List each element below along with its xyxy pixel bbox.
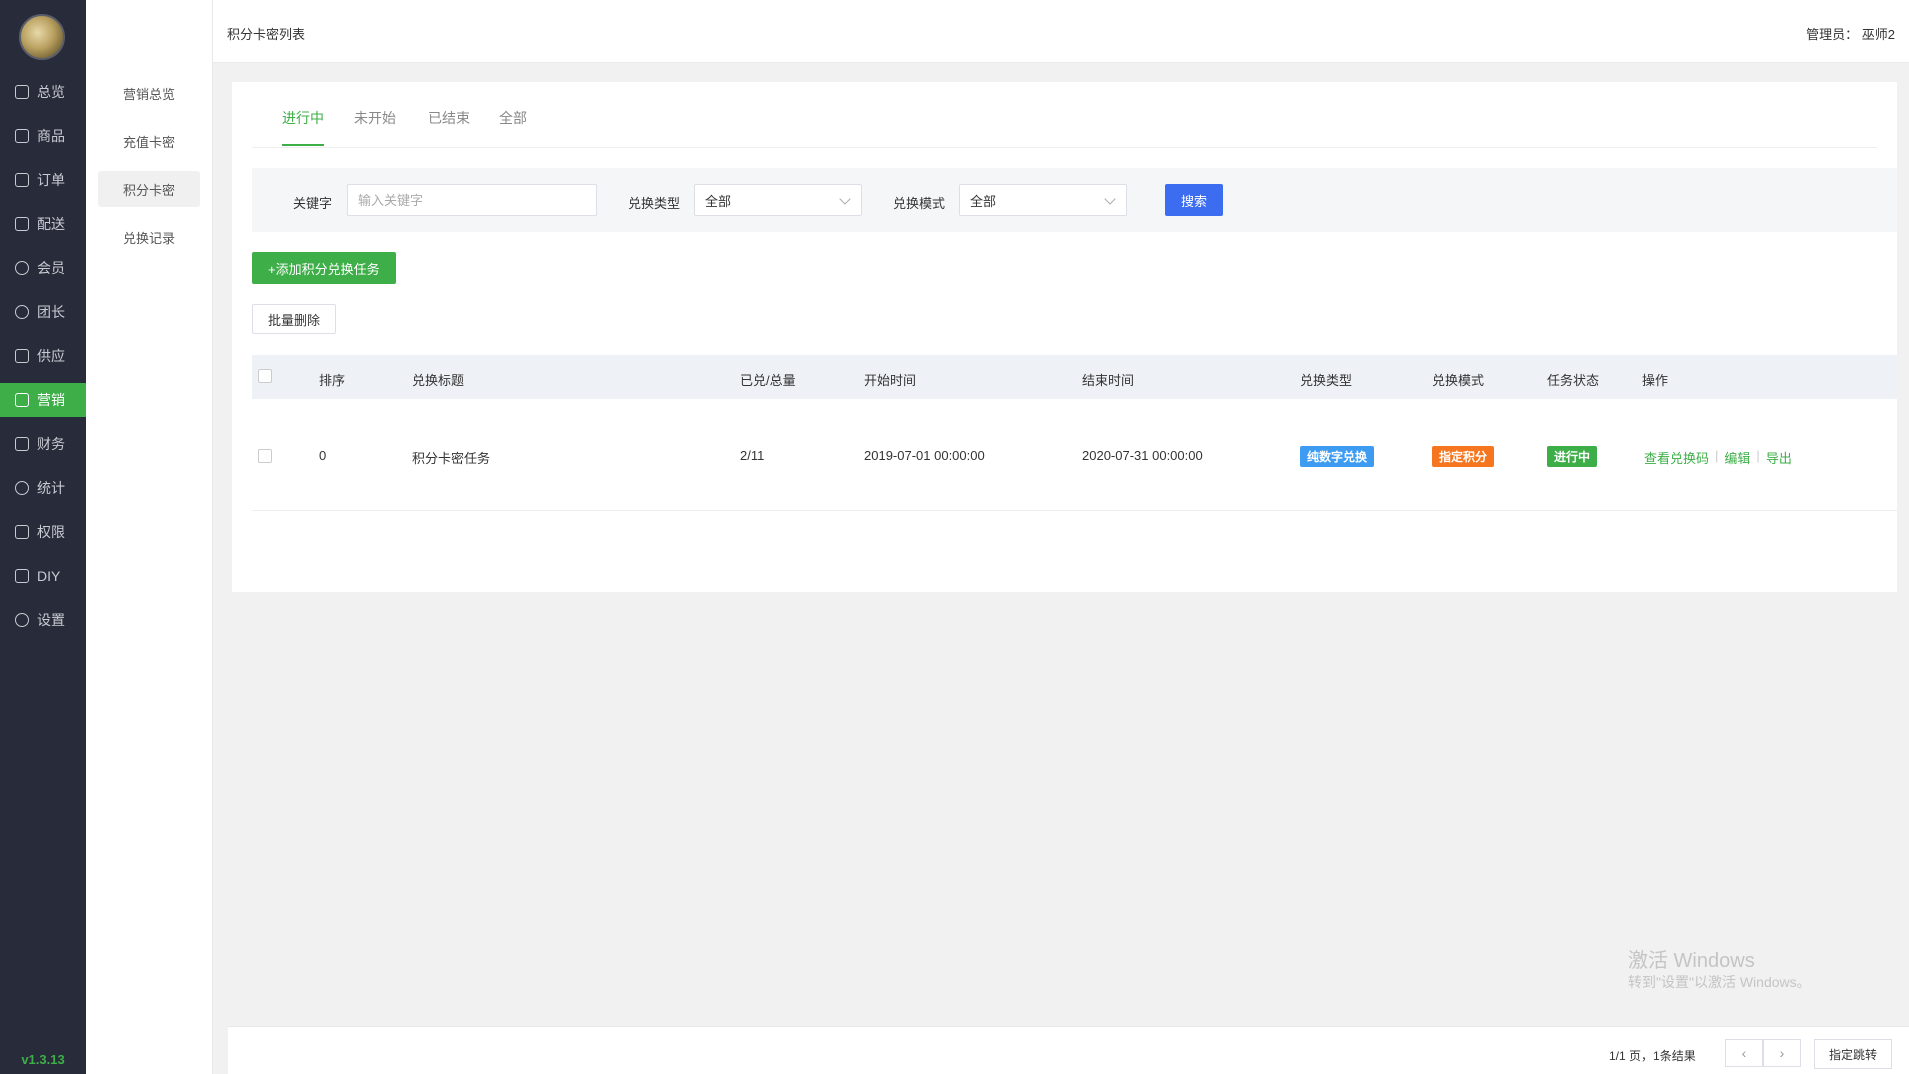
chevron-right-icon: ›: [1779, 1045, 1785, 1061]
row-checkbox[interactable]: [258, 449, 272, 463]
order-icon: [15, 173, 29, 187]
batch-delete-button[interactable]: 批量删除: [252, 304, 337, 334]
sidebar-item-delivery[interactable]: 配送: [0, 207, 86, 241]
gift-icon: [15, 393, 29, 407]
col-actions: 操作: [1642, 373, 1669, 388]
add-task-button[interactable]: +添加积分兑换任务: [252, 252, 396, 284]
product-icon: [15, 129, 29, 143]
avatar[interactable]: [19, 14, 65, 60]
layout-icon: [15, 569, 29, 583]
chevron-left-icon: ‹: [1741, 1045, 1747, 1061]
page-title: 积分卡密列表: [227, 27, 306, 42]
status-tabs: 进行中 未开始 已结束 全部: [252, 82, 1877, 148]
chevron-down-icon: [1104, 193, 1116, 205]
cell-start-time: 2019-07-01 00:00:00: [864, 448, 985, 463]
sidebar-item-permissions[interactable]: 权限: [0, 515, 86, 549]
tab-all[interactable]: 全部: [499, 108, 527, 144]
sidebar-item-overview[interactable]: 总览: [0, 75, 86, 109]
mode-label: 兑换模式: [893, 196, 946, 211]
row-actions: 查看兑换码 | 编辑 | 导出: [1644, 448, 1792, 467]
activation-watermark-subtitle: 转到"设置"以激活 Windows。: [1628, 974, 1811, 990]
divider: |: [1756, 448, 1760, 463]
select-all-checkbox[interactable]: [258, 369, 272, 383]
type-badge: 纯数字兑换: [1300, 446, 1375, 467]
sidebar-item-orders[interactable]: 订单: [0, 163, 86, 197]
chevron-down-icon: [839, 193, 851, 205]
view-codes-link[interactable]: 查看兑换码: [1644, 448, 1709, 467]
leader-icon: [15, 305, 29, 319]
delivery-icon: [15, 217, 29, 231]
col-type: 兑换类型: [1300, 373, 1353, 388]
col-title: 兑换标题: [412, 373, 465, 388]
sidebar-item-members[interactable]: 会员: [0, 251, 86, 285]
type-select[interactable]: 全部: [694, 184, 862, 216]
activation-watermark-title: 激活 Windows: [1628, 950, 1755, 972]
finance-icon: [15, 437, 29, 451]
shield-icon: [15, 525, 29, 539]
sidebar-item-statistics[interactable]: 统计: [0, 471, 86, 505]
main-card: 进行中 未开始 已结束 全部 关键字 兑换类型 全部 兑换模式 全部 搜索 +添…: [232, 82, 1897, 592]
tab-in-progress[interactable]: 进行中: [282, 108, 324, 146]
table-row: 0 积分卡密任务 2/11 2019-07-01 00:00:00 2020-0…: [252, 399, 1897, 511]
sidebar-item-settings[interactable]: 设置: [0, 603, 86, 637]
mode-select[interactable]: 全部: [959, 184, 1127, 216]
subnav-item-marketing-overview[interactable]: 营销总览: [98, 75, 200, 111]
user-icon: [15, 261, 29, 275]
table-header: 排序 兑换标题 已兑/总量 开始时间 结束时间 兑换类型 兑换模式 任务状态 操…: [252, 355, 1897, 399]
jump-page-button[interactable]: 指定跳转: [1814, 1039, 1892, 1069]
admin-user[interactable]: 管理员： 巫师2: [1806, 24, 1895, 43]
subnav-item-points-cards[interactable]: 积分卡密: [98, 171, 200, 207]
next-page-button[interactable]: ›: [1763, 1039, 1801, 1067]
export-link[interactable]: 导出: [1766, 448, 1792, 467]
page-summary: 1/1 页，1条结果: [1609, 1049, 1696, 1063]
col-end-time: 结束时间: [1082, 373, 1135, 388]
home-icon: [15, 85, 29, 99]
sidebar-item-supply[interactable]: 供应: [0, 339, 86, 373]
cell-end-time: 2020-07-31 00:00:00: [1082, 448, 1203, 463]
main-sidebar: 总览 商品 订单 配送 会员 团长 供应 营销 财务 统计 权限 DIY 设置 …: [0, 0, 86, 1074]
sidebar-item-finance[interactable]: 财务: [0, 427, 86, 461]
pagination-bar: 1/1 页，1条结果 ‹ › 指定跳转: [228, 1026, 1909, 1074]
status-badge: 进行中: [1547, 446, 1598, 467]
version-label: v1.3.13: [21, 1052, 65, 1067]
sub-sidebar: 营销总览 充值卡密 积分卡密 兑换记录: [86, 0, 213, 1074]
keyword-input[interactable]: [347, 184, 597, 216]
col-mode: 兑换模式: [1432, 373, 1485, 388]
sidebar-item-diy[interactable]: DIY: [0, 559, 86, 593]
keyword-label: 关键字: [293, 196, 333, 211]
tab-not-started[interactable]: 未开始: [354, 108, 396, 144]
type-label: 兑换类型: [628, 196, 681, 211]
tab-ended[interactable]: 已结束: [428, 108, 470, 144]
col-sort: 排序: [319, 373, 346, 388]
sidebar-item-leaders[interactable]: 团长: [0, 295, 86, 329]
top-header: 积分卡密列表 管理员： 巫师2: [213, 0, 1909, 63]
subnav-item-recharge-cards[interactable]: 充值卡密: [98, 123, 200, 159]
divider: |: [1715, 448, 1719, 463]
filter-bar: 关键字 兑换类型 全部 兑换模式 全部 搜索: [252, 168, 1897, 232]
edit-link[interactable]: 编辑: [1724, 448, 1750, 467]
col-status: 任务状态: [1547, 373, 1600, 388]
supply-icon: [15, 349, 29, 363]
mode-badge: 指定积分: [1432, 446, 1495, 467]
sidebar-item-products[interactable]: 商品: [0, 119, 86, 153]
cell-title: 积分卡密任务: [412, 451, 491, 466]
cell-redeemed: 2/11: [740, 448, 765, 463]
cell-sort: 0: [319, 448, 327, 463]
subnav-item-exchange-records[interactable]: 兑换记录: [98, 219, 200, 255]
prev-page-button[interactable]: ‹: [1725, 1039, 1763, 1067]
col-start-time: 开始时间: [864, 373, 917, 388]
search-button[interactable]: 搜索: [1165, 184, 1223, 216]
sidebar-item-marketing[interactable]: 营销: [0, 383, 86, 417]
chart-icon: [15, 481, 29, 495]
gear-icon: [15, 613, 29, 627]
col-redeemed: 已兑/总量: [740, 373, 796, 388]
